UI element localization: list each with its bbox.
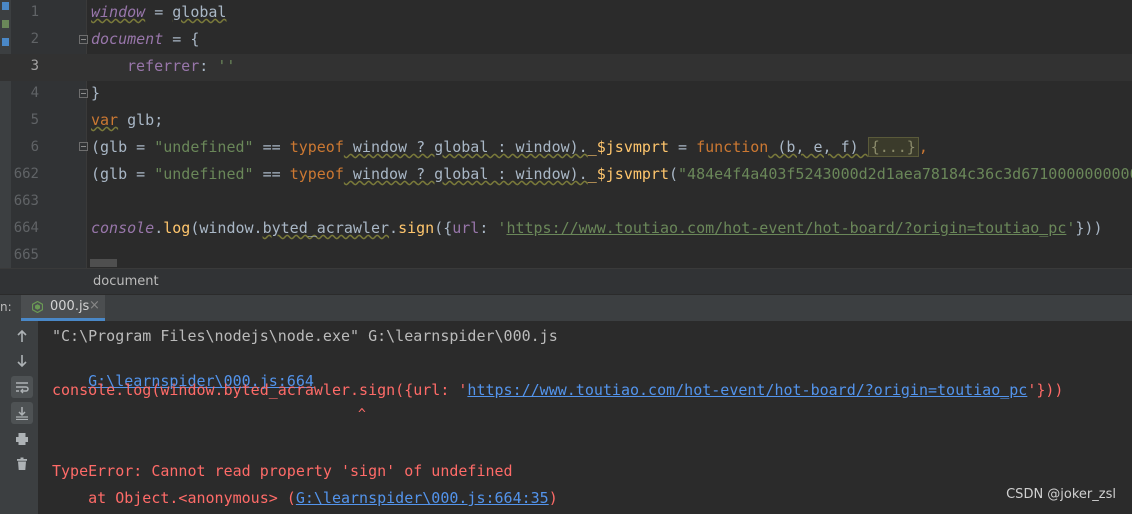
watermark: CSDN @joker_zsl bbox=[1006, 487, 1116, 502]
line-number: 5 bbox=[30, 112, 39, 128]
node-js-icon bbox=[32, 301, 43, 313]
line-number: 665 bbox=[13, 247, 39, 263]
line-number: 1 bbox=[30, 4, 39, 20]
console-toolbar bbox=[0, 321, 38, 514]
stack-location-link[interactable]: G:\learnspider\000.js:664:35 bbox=[296, 489, 549, 507]
scroll-to-end-icon[interactable] bbox=[11, 402, 33, 424]
code-text[interactable]: document = { bbox=[91, 30, 199, 48]
folded-block[interactable]: {...} bbox=[867, 137, 919, 157]
code-line[interactable]: 2 document = { bbox=[0, 27, 1132, 54]
breadcrumb: document bbox=[0, 268, 1132, 295]
fold-icon[interactable] bbox=[79, 89, 88, 98]
code-line[interactable]: 664 console.log(window.byted_acrawler.si… bbox=[0, 216, 1132, 243]
code-line[interactable]: 1 window = global bbox=[0, 0, 1132, 27]
code-line[interactable]: 6 (glb = "undefined" == typeof window ? … bbox=[0, 135, 1132, 162]
breadcrumb-item[interactable]: document bbox=[93, 274, 159, 289]
line-number: 663 bbox=[13, 193, 39, 209]
code-text[interactable]: } bbox=[91, 84, 100, 102]
line-number: 2 bbox=[30, 31, 39, 47]
tab-label: 000.js bbox=[50, 299, 90, 314]
code-text[interactable]: window = global bbox=[91, 3, 226, 21]
error-caret: ^ bbox=[358, 407, 366, 422]
source-url-link[interactable]: https://www.toutiao.com/hot-event/hot-bo… bbox=[467, 381, 1027, 399]
code-text[interactable]: referrer: '' bbox=[127, 57, 235, 75]
code-editor[interactable]: 1 window = global 2 document = { 3 refer… bbox=[0, 0, 1132, 268]
code-line[interactable]: 665 bbox=[0, 243, 1132, 268]
line-number: 3 bbox=[30, 58, 39, 74]
run-label: n: bbox=[0, 300, 12, 314]
stack-trace-line: at Object.<anonymous> (G:\learnspider\00… bbox=[52, 489, 558, 507]
code-line[interactable]: 5 var glb; bbox=[0, 108, 1132, 135]
console-command-line: "C:\Program Files\nodejs\node.exe" G:\le… bbox=[52, 327, 558, 345]
trash-icon[interactable] bbox=[11, 453, 33, 475]
horizontal-scrollbar[interactable] bbox=[90, 259, 117, 267]
run-console[interactable]: "C:\Program Files\nodejs\node.exe" G:\le… bbox=[0, 321, 1132, 514]
soft-wrap-icon[interactable] bbox=[11, 376, 33, 398]
code-url-link[interactable]: https://www.toutiao.com/hot-event/hot-bo… bbox=[506, 219, 1066, 237]
close-icon[interactable]: × bbox=[89, 298, 100, 313]
code-line[interactable]: 4 } bbox=[0, 81, 1132, 108]
line-number: 6 bbox=[30, 139, 39, 155]
arrow-down-icon[interactable] bbox=[11, 350, 33, 372]
fold-icon[interactable] bbox=[79, 142, 88, 151]
print-icon[interactable] bbox=[11, 428, 33, 450]
code-line[interactable]: 662 (glb = "undefined" == typeof window … bbox=[0, 162, 1132, 189]
code-line-current[interactable]: 3 referrer: '' bbox=[0, 54, 1132, 81]
line-number: 662 bbox=[13, 166, 39, 182]
code-text[interactable]: var glb; bbox=[91, 111, 163, 129]
code-text[interactable]: console.log(window.byted_acrawler.sign({… bbox=[91, 219, 1102, 237]
tab-000-js[interactable]: 000.js × bbox=[21, 295, 105, 321]
fold-icon[interactable] bbox=[79, 35, 88, 44]
console-source-line: console.log(window.byted_acrawler.sign({… bbox=[52, 381, 1064, 399]
error-message: TypeError: Cannot read property 'sign' o… bbox=[52, 462, 513, 480]
code-line[interactable]: 663 bbox=[0, 189, 1132, 216]
code-text[interactable]: (glb = "undefined" == typeof window ? gl… bbox=[91, 137, 928, 157]
line-number: 664 bbox=[13, 220, 39, 236]
run-tool-window-header: n: 000.js × bbox=[0, 294, 1132, 322]
arrow-up-icon[interactable] bbox=[11, 325, 33, 347]
line-number: 4 bbox=[30, 85, 39, 101]
code-text[interactable]: (glb = "undefined" == typeof window ? gl… bbox=[91, 165, 1132, 183]
